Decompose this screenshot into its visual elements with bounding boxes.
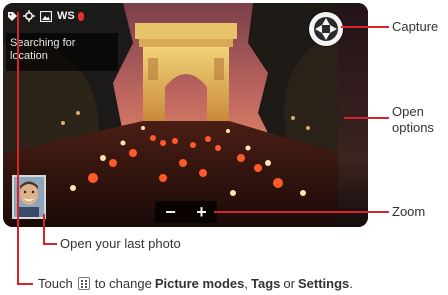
zoom-control: − +: [155, 201, 217, 223]
capture-button[interactable]: [309, 12, 343, 46]
open-options-line2: options: [392, 120, 434, 135]
settings-callout-line-h: [17, 283, 33, 285]
zoom-out-button[interactable]: −: [159, 202, 183, 222]
status-bar: WS: [3, 3, 117, 29]
picture-mode-icon: [40, 10, 52, 22]
instruction-prefix: Touch: [38, 276, 73, 291]
gps-icon: [23, 10, 35, 22]
instruction-text: Touch to change Picture modes, Tags or S…: [38, 276, 353, 291]
last-photo-callout-line-h: [43, 243, 57, 245]
instruction-middle: to change: [94, 276, 152, 291]
location-status-line1: Searching for: [10, 37, 76, 49]
open-options-label: Open options: [392, 104, 434, 136]
period-text: .: [349, 276, 353, 291]
options-callout-line: [344, 117, 389, 119]
settings-text: Settings: [297, 276, 350, 291]
last-photo-label: Open your last photo: [60, 236, 181, 251]
location-status: Searching for location: [6, 33, 118, 71]
zoom-callout-line: [214, 211, 389, 213]
settings-callout-line-v: [17, 12, 19, 283]
ws-indicator: WS: [57, 10, 75, 22]
camera-viewfinder: WS Searching for location − +: [3, 3, 368, 227]
options-panel[interactable]: [338, 3, 368, 227]
capture-callout-line: [341, 26, 389, 28]
zoom-in-button[interactable]: +: [190, 202, 214, 222]
or-text: or: [283, 276, 295, 291]
menu-grid-icon: [77, 277, 90, 290]
last-photo-callout-line-v: [43, 214, 45, 244]
camera-shutter-icon: [314, 17, 338, 41]
zoom-label: Zoom: [392, 204, 426, 219]
face-thumbnail-image: [14, 177, 44, 217]
open-options-line1: Open: [392, 104, 424, 119]
comma-text: ,: [244, 276, 249, 291]
capture-label: Capture: [392, 19, 439, 34]
picture-modes-text: Picture modes: [154, 276, 245, 291]
location-status-line2: location: [10, 50, 48, 62]
recording-dot-icon: [77, 11, 84, 21]
tags-text: Tags: [251, 276, 281, 291]
